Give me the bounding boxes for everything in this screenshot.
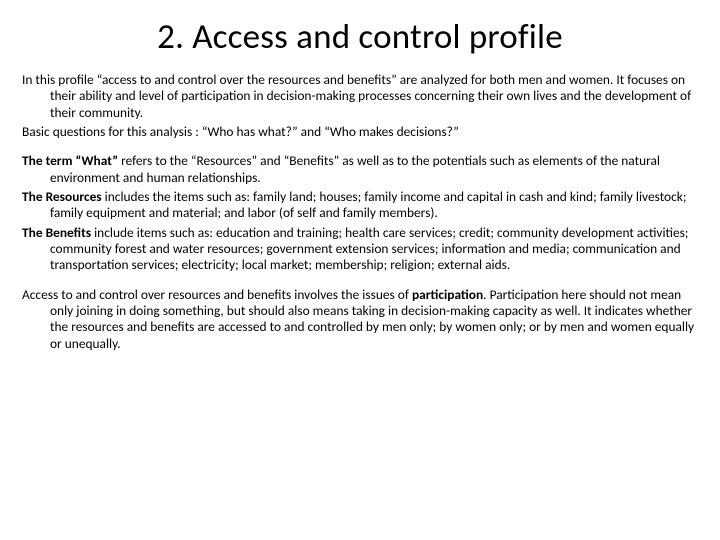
lead-what: The term “What” [22,152,118,169]
lead-resources: The Resources [22,188,102,205]
slide: 2. Access and control profile In this pr… [0,0,720,540]
rest-what: refers to the “Resources” and “Benefits”… [50,152,660,185]
paragraph-benefits: The Benefits include items such as: educ… [22,225,698,274]
rest-resources: includes the items such as: family land;… [50,188,686,221]
paragraph-participation: Access to and control over resources and… [22,287,698,352]
lead-benefits: The Benefits [22,224,91,241]
paragraph-intro: In this profile “access to and control o… [22,72,698,121]
paragraph-resources: The Resources includes the items such as… [22,189,698,222]
body-text: In this profile “access to and control o… [22,72,698,352]
slide-title: 2. Access and control profile [22,16,698,58]
rest-benefits: include items such as: education and tra… [50,224,688,274]
paragraph-basic-questions: Basic questions for this analysis : “Who… [22,124,698,140]
participation-a: Access to and control over resources and… [22,286,412,303]
participation-bold: participation [412,286,483,303]
paragraph-what: The term “What” refers to the “Resources… [22,153,698,186]
